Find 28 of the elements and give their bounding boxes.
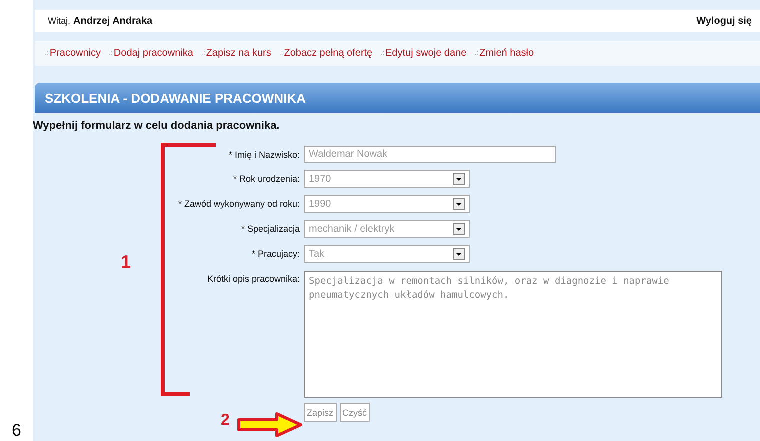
nav-link[interactable]: Zapisz na kurs [206,48,272,59]
section-heading: SZKOLENIA - DODAWANIE PRACOWNIKA [35,83,760,113]
form-button[interactable]: Zapisz [304,403,337,422]
form-button[interactable]: Czyść [340,403,370,422]
page-number: 6 [11,421,22,441]
nav-link[interactable]: Dodaj pracownika [114,48,194,59]
field-label: * Rok urodzenia: [232,174,301,184]
annotation-number: 1 [121,252,132,273]
field-label: * Specjalizacja [240,224,301,234]
nav-link[interactable]: Zmień hasło [480,48,534,59]
dropdown[interactable]: Tak [304,245,470,263]
user-name: Andrzej Andraka [74,16,153,26]
text-field[interactable]: Waldemar Nowak [304,146,556,163]
annotation-number: 2 [221,412,230,430]
field-label: * Pracujacy: [250,249,301,259]
greeting-label: Witaj, [48,16,70,26]
field-label: Krótki opis pracownika: [206,273,301,284]
description-field[interactable]: Specjalizacja w remontach silników, oraz w diagnozie i naprawie pneumatycznych układów hamulcowych. [304,271,722,398]
nav-link[interactable]: Edytuj swoje dane [386,48,467,59]
field-label: * Zawód wykonywany od roku: [177,199,301,209]
dropdown[interactable]: mechanik / elektryk [304,220,470,238]
nav-link[interactable]: Zobacz pełną ofertę [284,48,373,59]
dropdown[interactable]: 1990 [304,195,470,213]
form-instruction: Wypełnij formularz w celu dodania pracownika. [33,120,281,132]
dropdown[interactable]: 1970 [304,170,470,188]
logout-link[interactable]: Wyloguj się [696,16,752,26]
field-label: * Imię i Nazwisko: [228,150,301,160]
nav-link[interactable]: Pracownicy [50,48,102,59]
